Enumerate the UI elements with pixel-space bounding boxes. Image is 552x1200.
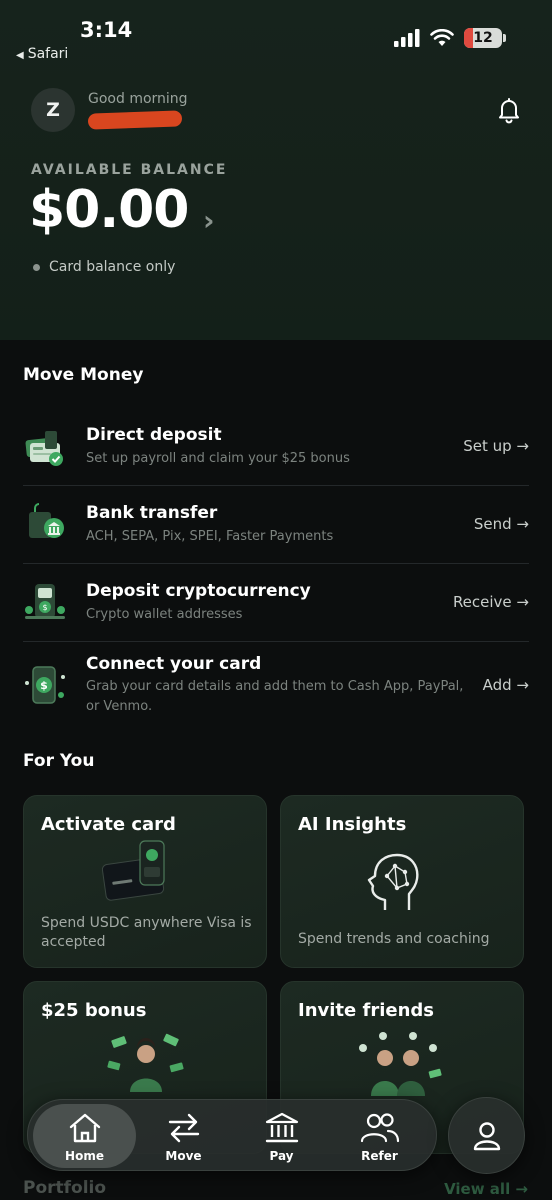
card-title: Invite friends: [298, 1000, 434, 1021]
portfolio-title: Portfolio: [23, 1178, 107, 1198]
card-title: AI Insights: [298, 814, 407, 835]
activate-card-tile[interactable]: Activate card Spend USDC anywhere Visa i…: [23, 795, 267, 968]
money-rain-person-icon: [107, 1033, 184, 1092]
tab-label: Home: [65, 1149, 104, 1163]
tab-move[interactable]: Move: [132, 1104, 235, 1168]
status-bar: 3:14 ◀ Safari 12: [0, 0, 552, 72]
note-dot-icon: [33, 263, 40, 271]
tab-label: Pay: [269, 1149, 294, 1163]
signal-icon: [394, 29, 420, 47]
ai-brain-head-icon: [367, 853, 419, 910]
card-title: $25 bonus: [41, 1000, 147, 1021]
divider: [23, 485, 529, 486]
transfer-arrows-icon: [168, 1113, 199, 1143]
bottom-tab-bar: Home Move Pay Refer: [27, 1099, 437, 1171]
ai-insights-tile[interactable]: AI Insights Spend trends and coaching: [280, 795, 524, 968]
divider: [23, 641, 529, 642]
bank-icon: [265, 1112, 298, 1143]
status-time: 3:14: [80, 18, 133, 42]
row-subtitle: Crypto wallet addresses: [86, 607, 243, 622]
balance-amount[interactable]: $0.00: [29, 180, 189, 240]
move-money-item-connect-card[interactable]: $ Connect your card Grab your card detai…: [23, 646, 529, 736]
direct-deposit-icon: [25, 431, 63, 466]
move-money-title: Move Money: [23, 365, 144, 385]
tab-label: Move: [165, 1149, 202, 1163]
crypto-deposit-icon: $: [25, 584, 65, 619]
card-subtitle: Spend USDC anywhere Visa is accepted: [41, 915, 252, 950]
users-icon: [360, 1113, 399, 1143]
row-title: Bank transfer: [86, 503, 218, 523]
row-subtitle: Grab your card details and add them to C…: [86, 679, 464, 714]
svg-text:$: $: [42, 603, 47, 612]
profile-icon: [473, 1122, 501, 1151]
row-title: Deposit cryptocurrency: [86, 581, 311, 601]
balance-note: Card balance only: [33, 259, 175, 275]
battery-level: 12: [473, 30, 493, 46]
battery-indicator: 12: [464, 28, 506, 48]
card-title: Activate card: [41, 814, 176, 835]
row-subtitle: ACH, SEPA, Pix, SPEI, Faster Payments: [86, 529, 334, 544]
row-title: Direct deposit: [86, 425, 222, 445]
back-to-safari[interactable]: ◀ Safari: [16, 46, 68, 62]
svg-text:$: $: [40, 679, 48, 692]
add-action[interactable]: Add →: [483, 676, 529, 694]
bank-transfer-icon: [29, 503, 64, 538]
receive-action[interactable]: Receive →: [453, 593, 529, 611]
row-title: Connect your card: [86, 654, 262, 674]
home-icon: [69, 1113, 100, 1143]
friends-group-icon: [359, 1032, 442, 1096]
tab-label: Refer: [361, 1149, 398, 1163]
set-up-action[interactable]: Set up →: [463, 437, 529, 455]
debit-card-phone-icon: [102, 840, 165, 901]
redacted-name: [87, 110, 183, 130]
card-subtitle: Spend trends and coaching: [298, 931, 490, 947]
view-all-link[interactable]: View all →: [444, 1180, 528, 1198]
greeting: Good morning: [88, 91, 188, 107]
profile-button[interactable]: [448, 1097, 525, 1174]
move-money-item-deposit-crypto[interactable]: $ Deposit cryptocurrency Crypto wallet a…: [23, 568, 529, 640]
bell-icon[interactable]: [496, 96, 522, 124]
back-triangle-icon: ◀: [16, 50, 24, 61]
tab-pay[interactable]: Pay: [230, 1104, 333, 1168]
balance-note-text: Card balance only: [49, 259, 176, 275]
send-action[interactable]: Send →: [474, 515, 529, 533]
move-money-item-direct-deposit[interactable]: Direct deposit Set up payroll and claim …: [23, 412, 529, 484]
avatar[interactable]: Z: [31, 88, 75, 132]
balance-chevron-icon[interactable]: ›: [203, 204, 215, 237]
tab-home[interactable]: Home: [33, 1104, 136, 1168]
move-money-item-bank-transfer[interactable]: Bank transfer ACH, SEPA, Pix, SPEI, Fast…: [23, 490, 529, 562]
for-you-title: For You: [23, 751, 95, 771]
wifi-icon: [430, 29, 454, 46]
status-icons: 12: [394, 28, 506, 48]
connect-card-icon: $: [25, 666, 65, 704]
divider: [23, 563, 529, 564]
balance-label: AVAILABLE BALANCE: [31, 162, 228, 178]
back-app-label: Safari: [27, 46, 69, 62]
tab-refer[interactable]: Refer: [328, 1104, 431, 1168]
row-subtitle: Set up payroll and claim your $25 bonus: [86, 451, 350, 466]
